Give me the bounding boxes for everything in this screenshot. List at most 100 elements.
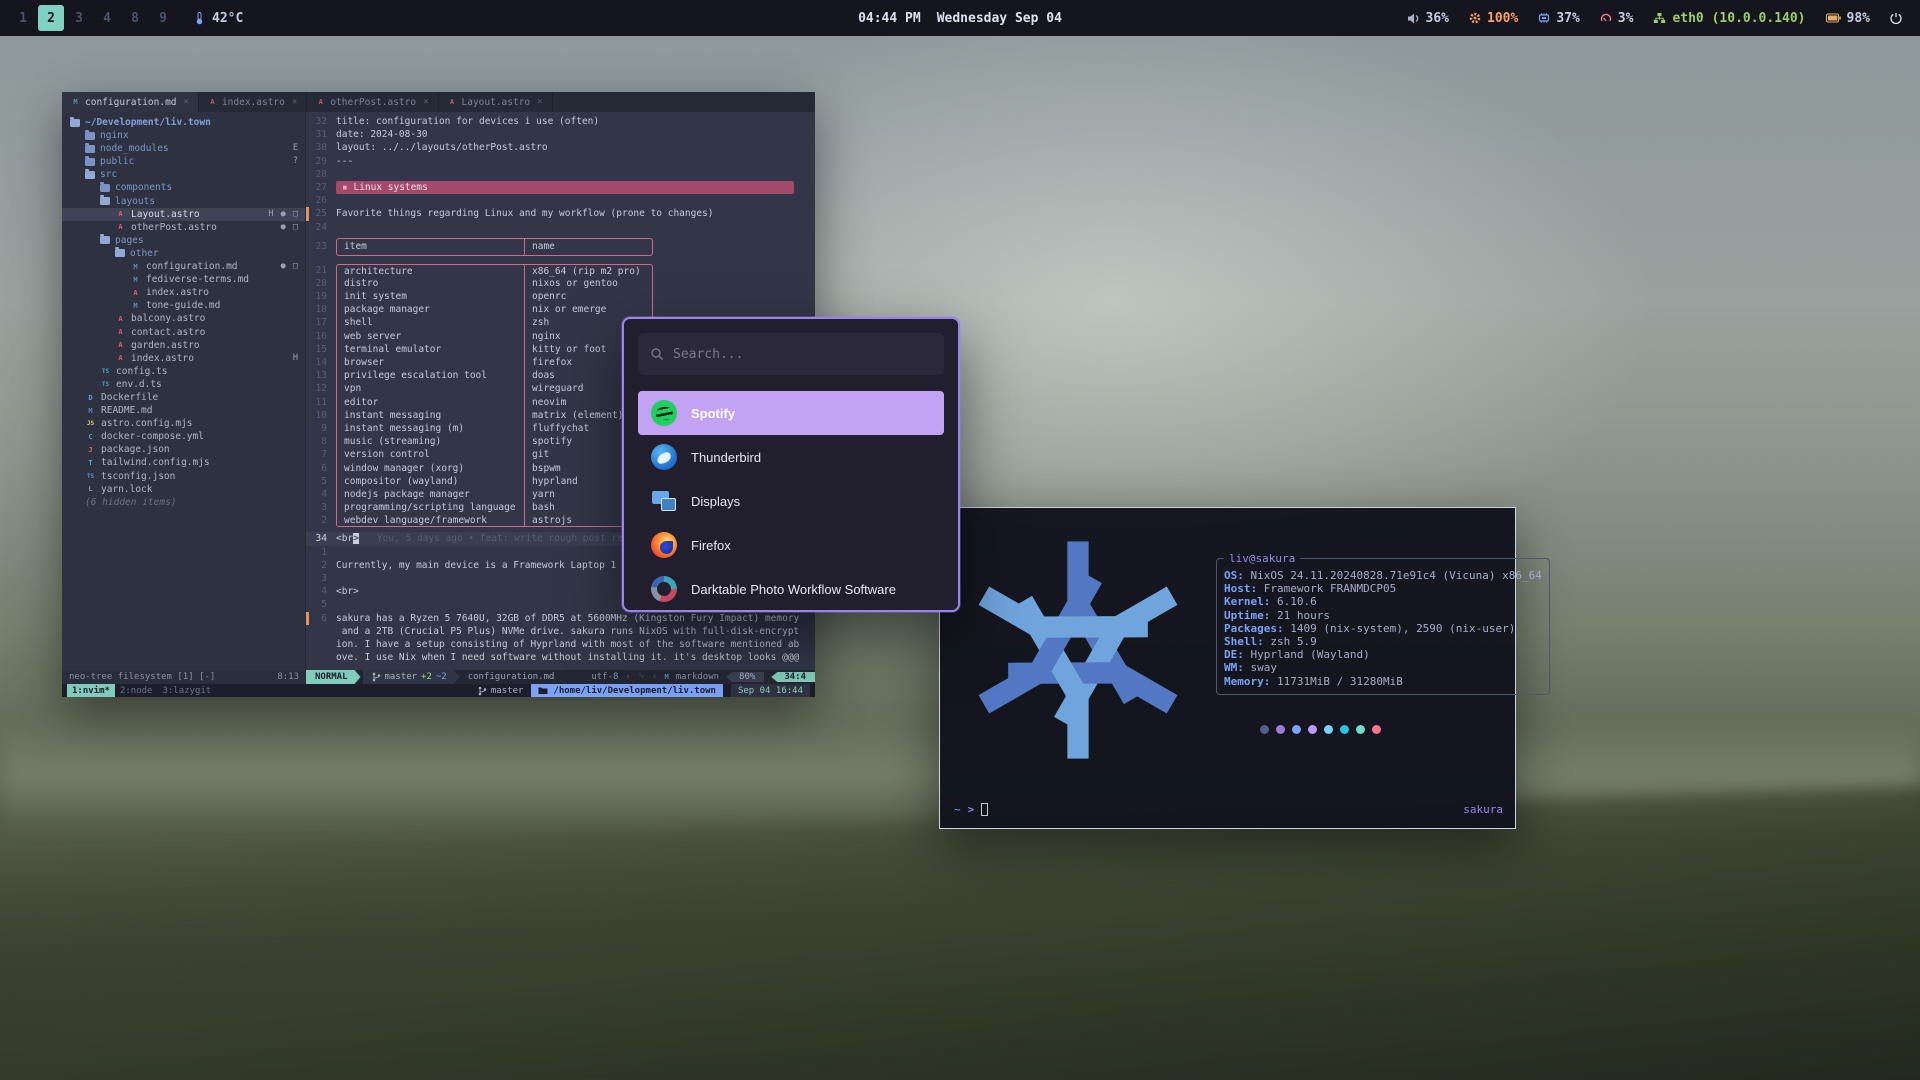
volume-module[interactable]: 36% [1407,11,1449,26]
tree-item[interactable]: env.d.ts [62,378,305,391]
table-cell-item: web server [337,330,525,343]
tree-item[interactable]: garden.astro [62,339,305,352]
launcher-search[interactable] [638,333,944,375]
workspace-item[interactable]: 1 [10,5,36,31]
tree-item[interactable]: nginx [62,129,305,142]
launcher-item-label: Firefox [691,538,731,553]
tree-item-label: balcony.astro [131,312,205,325]
line-text: <br> [336,585,359,598]
buffer-tab[interactable]: otherPost.astro × [307,92,438,112]
workspace-item[interactable]: 4 [94,5,120,31]
power-button[interactable] [1890,12,1902,24]
launcher-item[interactable]: Darktable Photo Workflow Software [638,567,944,611]
tree-item[interactable]: index.astro [62,286,305,299]
tree-item-label: contact.astro [131,326,205,339]
search-input[interactable] [673,347,932,362]
tree-item-label: tailwind.config.mjs [101,456,210,469]
buffer-tab[interactable]: index.astro × [199,92,307,112]
brightness-module[interactable]: 100% [1469,11,1518,26]
launcher-results: Spotify Thunderbird Displays Firefox Dar… [624,391,958,611]
tree-item[interactable]: configuration.md ● □ [62,260,305,273]
tree-item[interactable]: components [62,181,305,194]
tree-item[interactable]: contact.astro [62,326,305,339]
table-cell-item: architecture [337,265,525,277]
network-module[interactable]: eth0 (10.0.0.140) [1653,11,1805,26]
tree-item-label: pages [115,234,144,247]
line-text: date: 2024-08-30 [336,128,428,141]
tree-item[interactable]: Layout.astro H ● □ [62,208,305,221]
workspace-item[interactable]: 8 [122,5,148,31]
tree-item[interactable]: README.md [62,404,305,417]
info-label: Packages: [1224,622,1284,635]
line-number: 3 [312,572,336,585]
file-icon [100,366,111,376]
tree-item[interactable]: balcony.astro [62,312,305,325]
tree-item[interactable]: pages [62,234,305,247]
table-cell-item: distro [337,277,525,290]
tab-close-icon[interactable]: × [182,97,189,107]
tab-close-icon[interactable]: × [290,97,297,107]
tree-item[interactable]: tsconfig.json [62,470,305,483]
session-name: sakura [1463,803,1503,816]
launcher-item[interactable]: Firefox [638,523,944,567]
tree-item[interactable]: src [62,168,305,181]
tree-item[interactable]: Dockerfile [62,391,305,404]
table-cell-item: init system [337,290,525,303]
tree-item[interactable]: docker-compose.yml [62,430,305,443]
network-icon [1653,12,1666,24]
file-icon [85,419,96,429]
tab-close-icon[interactable]: × [535,97,542,107]
tree-item[interactable]: astro.config.mjs [62,417,305,430]
temperature-module[interactable]: 42°C [194,11,243,26]
line-number: 7 [312,448,336,461]
tree-item[interactable]: yarn.lock [62,483,305,496]
neo-tree-status: neo-tree filesystem [1] [-] [69,672,215,682]
tree-item[interactable]: tailwind.config.mjs [62,456,305,469]
info-value: NixOS 24.11.20240828.71e91c4 (Vicuna) x8… [1251,569,1542,582]
table-cell-name: nix or emerge [525,303,652,316]
launcher-item[interactable]: Thunderbird [638,435,944,479]
tree-item[interactable]: ~/Development/liv.town [62,116,305,129]
info-label: Host: [1224,582,1257,595]
cpu-module[interactable]: 3% [1600,11,1634,26]
line-text: Currently, my main device is a Framework… [336,559,616,572]
tree-item[interactable]: (6 hidden items) [62,496,305,509]
tree-item[interactable]: other [62,247,305,260]
shell-prompt[interactable]: ~ > [954,803,988,816]
tree-item[interactable]: config.ts [62,365,305,378]
tmux-window[interactable]: 3:lazygit [157,684,216,697]
buffer-tab[interactable]: Layout.astro × [439,92,553,112]
editor-line: 26 [306,194,815,207]
memory-module[interactable]: 37% [1538,11,1579,26]
launcher-item[interactable]: Displays [638,479,944,523]
workspace-item[interactable]: 3 [66,5,92,31]
tab-close-icon[interactable]: × [421,97,428,107]
prompt-path: ~ [954,803,961,816]
file-icon [85,145,95,153]
tree-item[interactable]: fediverse-terms.md [62,273,305,286]
tree-item[interactable]: public ? [62,155,305,168]
workspace-item[interactable]: 9 [150,5,176,31]
workspace-item[interactable]: 2 [38,5,64,31]
line-number: 4 [312,585,336,598]
line-number: 30 [312,141,336,154]
battery-module[interactable]: 98% [1826,11,1870,26]
tree-item[interactable]: layouts [62,195,305,208]
editor-line: 29 --- [306,155,815,168]
tree-item-label: config.ts [116,365,167,378]
tree-item[interactable]: otherPost.astro ● □ [62,221,305,234]
file-encoding: utf-8 [591,672,618,682]
tree-item[interactable]: node_modules E [62,142,305,155]
tab-label: configuration.md [85,97,177,108]
tree-item[interactable]: package.json [62,443,305,456]
launcher-item[interactable]: Spotify [638,391,944,435]
tree-item[interactable]: tone-guide.md [62,299,305,312]
tmux-window[interactable]: 2:node [115,684,158,697]
tree-item[interactable]: index.astro H [62,352,305,365]
tmux-window-label: 3:lazygit [162,686,211,696]
tmux-window[interactable]: 1:nvim* [67,684,115,697]
buffer-tab[interactable]: configuration.md × [62,92,199,112]
terminal-window[interactable]: liv@sakura OS: NixOS 24.11.20240828.71e9… [939,507,1516,829]
neo-tree-file-explorer: ~/Development/liv.town nginx node_module… [62,112,306,670]
workspace-switcher: 1 2 3 4 8 9 [10,5,176,31]
